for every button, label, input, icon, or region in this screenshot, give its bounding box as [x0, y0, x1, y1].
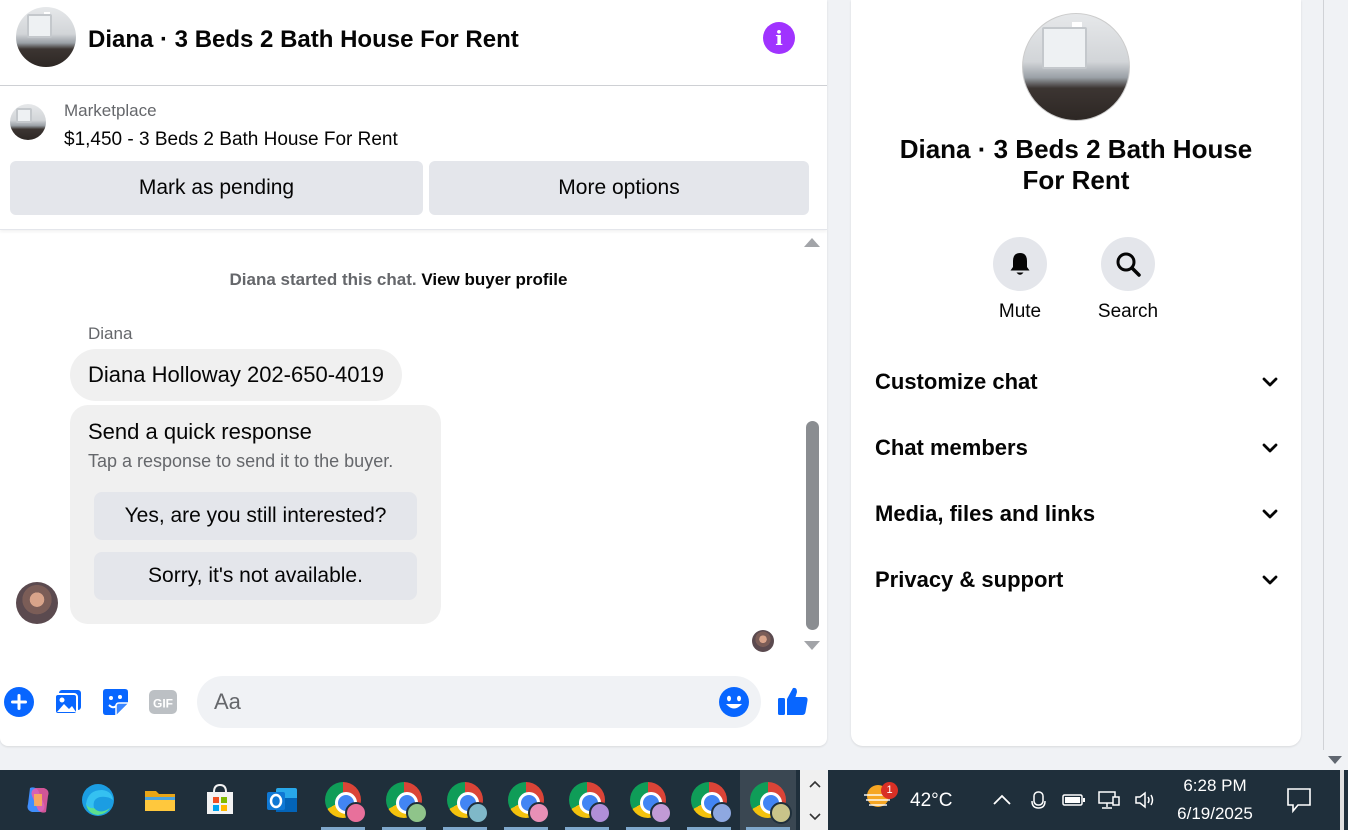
- quick-reply-yes-button[interactable]: Yes, are you still interested?: [94, 492, 417, 540]
- view-buyer-profile-link[interactable]: View buyer profile: [421, 270, 567, 289]
- listing-source: Marketplace: [64, 101, 157, 120]
- chat-panel: Diana · 3 Beds 2 Bath House For Rent i M…: [0, 0, 827, 746]
- section-label: Chat members: [875, 435, 1028, 460]
- plus-icon[interactable]: [3, 686, 35, 718]
- folder-icon: [145, 791, 175, 811]
- mute-label: Mute: [998, 301, 1042, 322]
- clock-time[interactable]: 6:28 PM: [1140, 776, 1290, 796]
- emoji-icon[interactable]: [718, 686, 750, 718]
- mute-button[interactable]: Mute: [965, 237, 1075, 323]
- media-files-links-section[interactable]: Media, files and links: [875, 493, 1279, 535]
- chevron-down-icon: [1262, 443, 1278, 453]
- more-options-button[interactable]: More options: [429, 161, 809, 215]
- chrome-profile-8-active[interactable]: [740, 770, 796, 830]
- show-hidden-icons-icon[interactable]: [990, 789, 1014, 811]
- chat-members-section[interactable]: Chat members: [875, 427, 1279, 469]
- customize-chat-section[interactable]: Customize chat: [875, 361, 1279, 403]
- listing-title[interactable]: $1,450 - 3 Beds 2 Bath House For Rent: [64, 129, 398, 151]
- seen-indicator-avatar: [752, 630, 774, 652]
- file-explorer-app[interactable]: [132, 770, 188, 830]
- chrome-profile-2[interactable]: [376, 770, 432, 830]
- like-icon[interactable]: [776, 684, 810, 718]
- mark-as-pending-button[interactable]: Mark as pending: [10, 161, 423, 215]
- chrome-profile-7[interactable]: [681, 770, 737, 830]
- chrome-icon: [750, 782, 792, 824]
- copilot-app[interactable]: [10, 770, 66, 830]
- outlook-icon: [267, 788, 297, 812]
- chrome-profile-3[interactable]: [437, 770, 493, 830]
- chat-started-text: Diana started this chat.: [229, 270, 417, 289]
- notification-center-icon[interactable]: [1286, 786, 1312, 814]
- sender-name: Diana: [88, 324, 133, 343]
- chat-details-panel: Diana · 3 Beds 2 Bath House For Rent Mut…: [851, 0, 1301, 746]
- search-label: Search: [1097, 301, 1159, 322]
- chrome-profile-4[interactable]: [498, 770, 554, 830]
- chevron-down-icon: [1262, 575, 1278, 585]
- chrome-profile-5[interactable]: [559, 770, 615, 830]
- photo-icon[interactable]: [52, 686, 84, 718]
- edge-app[interactable]: [70, 770, 126, 830]
- bell-icon: [1010, 253, 1030, 275]
- sticker-icon[interactable]: [99, 686, 131, 718]
- section-label: Media, files and links: [875, 501, 1096, 526]
- quick-response-title: Send a quick response: [88, 419, 312, 444]
- chrome-icon: [691, 782, 733, 824]
- microsoft-store-app[interactable]: [192, 770, 248, 830]
- windows-taskbar: 1 42°C 6:28 PM 6/19/2025: [0, 770, 1348, 830]
- info-icon[interactable]: i: [763, 22, 795, 54]
- chrome-profile-1[interactable]: [315, 770, 371, 830]
- quick-response-card: Send a quick response Tap a response to …: [70, 405, 441, 624]
- listing-avatar[interactable]: [16, 7, 76, 67]
- chrome-icon: [386, 782, 428, 824]
- chat-title[interactable]: Diana · 3 Beds 2 Bath House For Rent: [88, 26, 519, 54]
- clock-date[interactable]: 6/19/2025: [1140, 804, 1290, 824]
- weather-temperature[interactable]: 42°C: [910, 790, 952, 812]
- quick-response-subtitle: Tap a response to send it to the buyer.: [88, 451, 394, 471]
- chrome-icon: [630, 782, 672, 824]
- show-desktop-button[interactable]: [1340, 770, 1344, 830]
- sender-avatar[interactable]: [16, 582, 58, 624]
- composer: GIF: [0, 668, 827, 738]
- page-scrollbar-track: [1323, 0, 1324, 750]
- chrome-icon: [325, 782, 367, 824]
- message-list: Diana started this chat. View buyer prof…: [0, 231, 827, 656]
- network-icon[interactable]: [1097, 789, 1121, 811]
- message-bubble[interactable]: Diana Holloway 202-650-4019: [70, 349, 402, 401]
- section-label: Privacy & support: [875, 567, 1064, 592]
- page-scroll-down-arrow[interactable]: [1328, 756, 1342, 764]
- chrome-icon: [569, 782, 611, 824]
- chrome-profile-6[interactable]: [620, 770, 676, 830]
- chevron-down-icon: [1262, 377, 1278, 387]
- search-in-chat-button[interactable]: Search: [1073, 237, 1183, 323]
- search-icon: [1116, 252, 1141, 277]
- chevron-up-icon[interactable]: [808, 779, 822, 789]
- listing-bar: Marketplace $1,450 - 3 Beds 2 Bath House…: [0, 86, 827, 230]
- camera-mic-icon[interactable]: [1027, 789, 1051, 811]
- message-input[interactable]: [197, 676, 761, 728]
- page-scrollbar[interactable]: [1323, 0, 1348, 770]
- chat-header: Diana · 3 Beds 2 Bath House For Rent i: [0, 0, 827, 86]
- listing-thumbnail[interactable]: [10, 104, 46, 140]
- chevron-down-icon: [1262, 509, 1278, 519]
- edge-icon: [82, 784, 114, 816]
- copilot-icon: [27, 787, 49, 813]
- weather-alert-badge: 1: [881, 782, 898, 799]
- battery-icon[interactable]: [1062, 789, 1086, 811]
- scroll-up-arrow[interactable]: [804, 238, 820, 247]
- chevron-down-icon[interactable]: [808, 812, 822, 822]
- chrome-icon: [508, 782, 550, 824]
- details-title: Diana · 3 Beds 2 Bath House For Rent: [899, 134, 1253, 195]
- chrome-icon: [447, 782, 489, 824]
- store-icon: [207, 783, 233, 814]
- chat-started-notice: Diana started this chat. View buyer prof…: [0, 270, 797, 290]
- gif-icon[interactable]: GIF: [147, 686, 179, 718]
- quick-reply-sorry-button[interactable]: Sorry, it's not available.: [94, 552, 417, 600]
- details-listing-avatar[interactable]: [1022, 13, 1130, 121]
- message-scrollbar-thumb[interactable]: [806, 421, 819, 630]
- outlook-app[interactable]: [254, 770, 310, 830]
- privacy-support-section[interactable]: Privacy & support: [875, 559, 1279, 601]
- svg-text:GIF: GIF: [153, 697, 173, 711]
- section-label: Customize chat: [875, 369, 1038, 394]
- scroll-down-arrow[interactable]: [804, 641, 820, 650]
